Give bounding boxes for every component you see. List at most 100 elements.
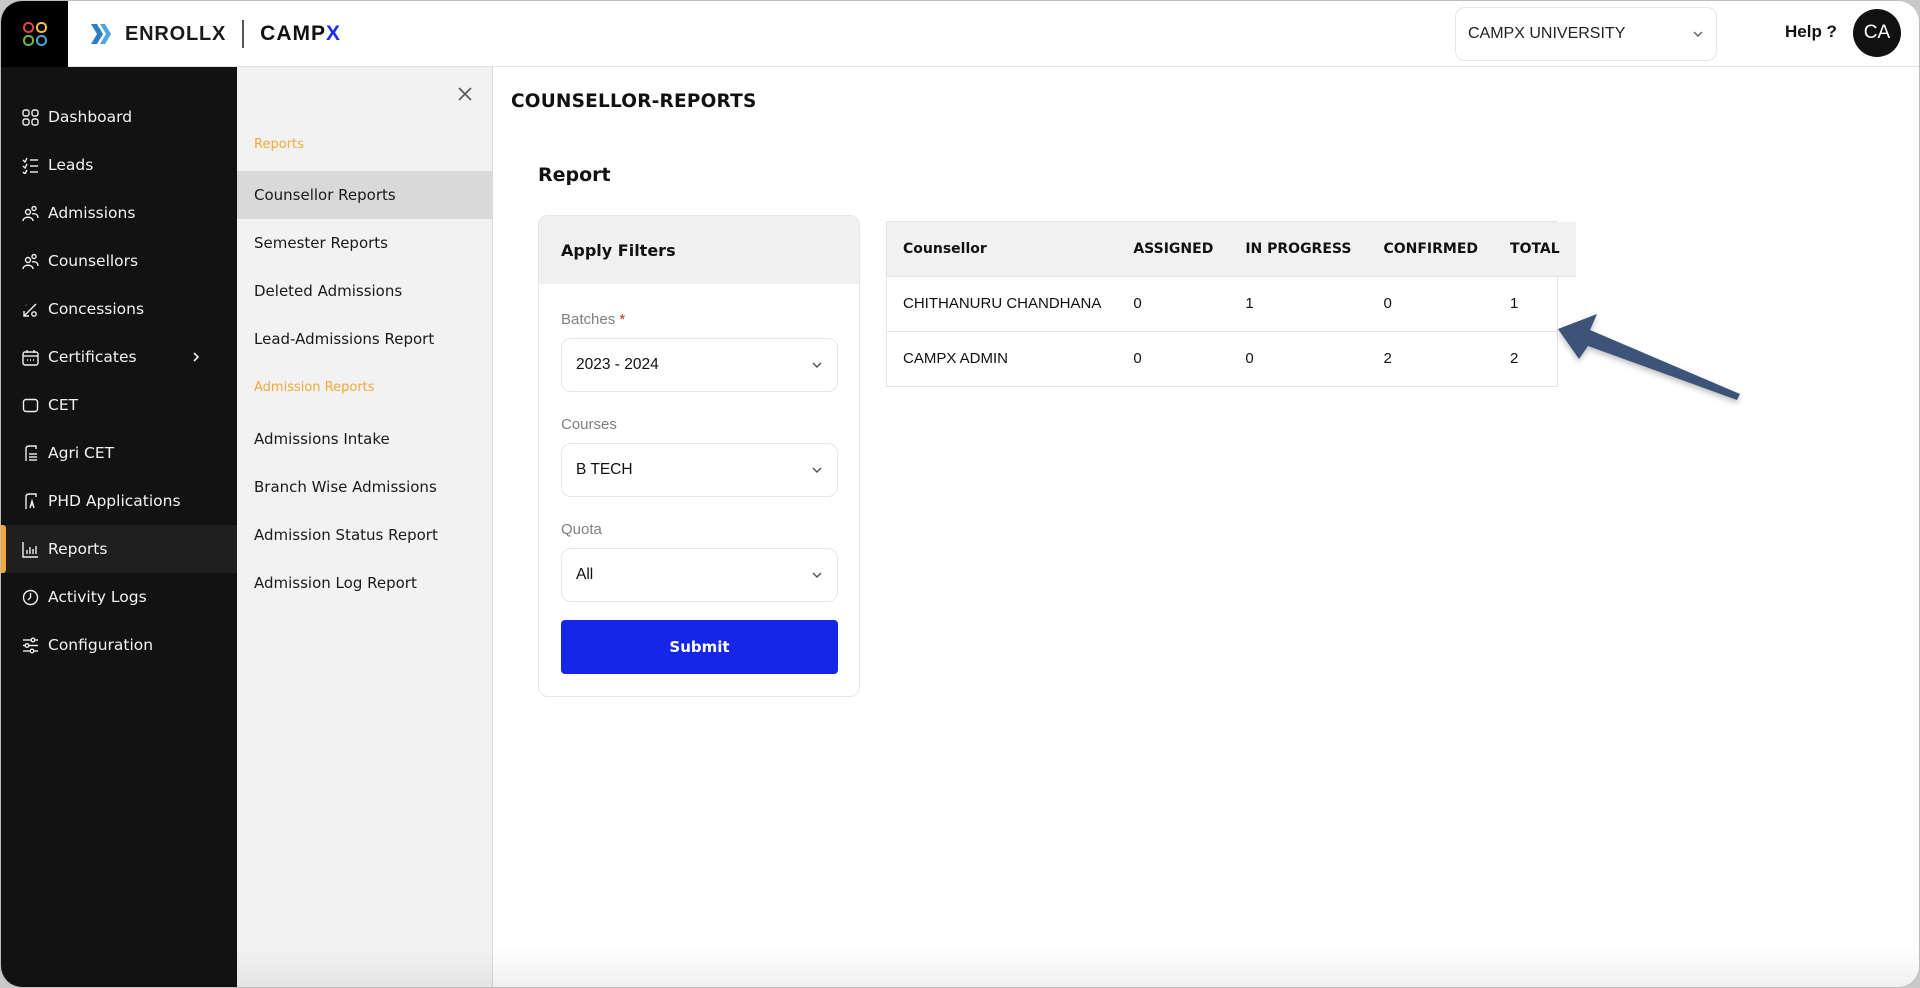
sidebar-item-concessions[interactable]: Concessions — [1, 285, 237, 333]
sidebar-item-label: Concessions — [48, 300, 145, 318]
quota-label: Quota — [561, 521, 602, 538]
counsellor-report-table: Counsellor ASSIGNED IN PROGRESS CONFIRME… — [886, 221, 1576, 387]
dashboard-icon — [22, 108, 39, 126]
users-icon — [22, 205, 39, 221]
sidebar-item-label: Dashboard — [48, 108, 133, 126]
sidebar-item-label: Reports — [48, 540, 108, 558]
bar-chart-icon — [22, 541, 38, 558]
close-icon[interactable] — [455, 84, 475, 104]
university-select-value: CAMPX UNIVERSITY — [1468, 25, 1626, 42]
sidebar-item-leads[interactable]: Leads — [1, 141, 237, 189]
sidebar-item-label: PHD Applications — [48, 492, 181, 510]
filters-card: Apply Filters Batches * 2023 - 2024 Cour… — [538, 215, 860, 697]
cell-total: 1 — [1494, 276, 1576, 332]
column-header-counsellor: Counsellor — [887, 222, 1118, 277]
sidebar-item-configuration[interactable]: Configuration — [1, 621, 237, 669]
apps-grid-icon — [22, 22, 47, 46]
sidebar-item-cet[interactable]: CET — [1, 381, 237, 429]
cell-in-progress: 1 — [1229, 276, 1368, 332]
page-title: COUNSELLOR-REPORTS — [511, 91, 757, 112]
percent-icon — [23, 303, 37, 317]
column-header-in-progress: IN PROGRESS — [1229, 222, 1368, 277]
main-content: COUNSELLOR-REPORTS Report Apply Filters … — [494, 67, 1919, 987]
cell-in-progress: 0 — [1245, 350, 1254, 368]
brand-logo[interactable]: ENROLLX CAMPX — [89, 19, 341, 49]
batches-select-value: 2023 - 2024 — [576, 356, 659, 373]
courses-select-value: B TECH — [576, 461, 633, 478]
filters-title: Apply Filters — [539, 216, 859, 284]
users-icon — [22, 253, 39, 269]
sidebar-item-certificates[interactable]: Certificates — [1, 333, 237, 381]
sidebar-item-counsellors[interactable]: Counsellors — [1, 237, 237, 285]
brand-divider — [242, 20, 245, 48]
subnav-semester-reports[interactable]: Semester Reports — [237, 219, 493, 267]
batches-label: Batches * — [561, 311, 625, 328]
checklist-icon — [22, 157, 38, 174]
sidebar-item-admissions[interactable]: Admissions — [1, 189, 237, 237]
cell-counsellor: CHITHANURU CHANDHANA — [887, 276, 1118, 332]
help-link[interactable]: Help ? — [1785, 22, 1837, 42]
sidebar-item-activity-logs[interactable]: Activity Logs — [1, 573, 237, 621]
reports-subpanel: Reports Counsellor Reports Semester Repo… — [237, 67, 493, 987]
table-header-row: Counsellor ASSIGNED IN PROGRESS CONFIRME… — [887, 222, 1576, 277]
subnav-lead-admissions-report[interactable]: Lead-Admissions Report — [237, 315, 493, 363]
required-asterisk: * — [619, 311, 626, 328]
sidebar-item-label: Agri CET — [48, 444, 115, 462]
subnav-admissions-intake[interactable]: Admissions Intake — [237, 415, 493, 463]
application-icon — [25, 492, 37, 509]
column-header-confirmed: CONFIRMED — [1367, 222, 1495, 277]
batches-select[interactable]: 2023 - 2024 — [561, 338, 838, 392]
subnav-branch-wise-admissions[interactable]: Branch Wise Admissions — [237, 463, 493, 511]
app-window: ENROLLX CAMPX CAMPX UNIVERSITY Help ? CA… — [0, 0, 1920, 988]
sidebar: Dashboard Leads Admissions Counsellors C… — [1, 67, 237, 987]
brand-campx-accent: X — [326, 22, 342, 45]
submit-button[interactable]: Submit — [561, 620, 838, 674]
section-title-admission-reports: Admission Reports — [254, 380, 375, 395]
chevron-down-icon — [1693, 31, 1703, 38]
batches-label-text: Batches — [561, 311, 616, 328]
cell-assigned: 0 — [1133, 350, 1142, 368]
sidebar-item-label: Activity Logs — [48, 588, 147, 606]
subnav-admission-log-report[interactable]: Admission Log Report — [237, 559, 493, 607]
sidebar-item-label: Leads — [48, 156, 94, 174]
subnav-counsellor-reports[interactable]: Counsellor Reports — [237, 171, 493, 219]
square-icon — [22, 398, 39, 412]
sidebar-item-agri-cet[interactable]: Agri CET — [1, 429, 237, 477]
sidebar-item-label: Admissions — [48, 204, 136, 222]
enrollx-chevron-icon — [91, 24, 111, 44]
report-heading: Report — [538, 164, 611, 186]
cell-total: 2 — [1510, 350, 1519, 368]
chevron-down-icon — [812, 362, 822, 369]
table-row: CHITHANURU CHANDHANA 0 1 0 1 — [887, 276, 1576, 332]
sidebar-item-reports[interactable]: Reports — [1, 525, 237, 573]
chevron-right-icon — [193, 352, 200, 362]
clock-icon — [22, 589, 39, 605]
sidebar-item-dashboard[interactable]: Dashboard — [1, 93, 237, 141]
user-avatar[interactable]: CA — [1853, 9, 1901, 57]
calendar-icon — [22, 349, 39, 366]
sliders-icon — [23, 637, 38, 653]
sidebar-item-label: Counsellors — [48, 252, 139, 270]
quota-select-value: All — [576, 566, 594, 583]
university-select[interactable]: CAMPX UNIVERSITY — [1455, 7, 1717, 61]
courses-label: Courses — [561, 416, 617, 433]
chevron-down-icon — [812, 467, 822, 474]
brand-campx: CAMPX — [260, 22, 341, 46]
cell-counsellor: CAMPX ADMIN — [903, 350, 1009, 368]
column-header-assigned: ASSIGNED — [1117, 222, 1230, 277]
table-row: CAMPX ADMIN 0 0 2 2 — [887, 331, 1576, 386]
brand-campx-main: CAMP — [260, 22, 327, 45]
quota-select[interactable]: All — [561, 548, 838, 602]
sidebar-item-phd-applications[interactable]: PHD Applications — [1, 477, 237, 525]
subnav-admission-status-report[interactable]: Admission Status Report — [237, 511, 493, 559]
subnav-deleted-admissions[interactable]: Deleted Admissions — [237, 267, 493, 315]
courses-select[interactable]: B TECH — [561, 443, 838, 497]
cell-confirmed: 2 — [1383, 350, 1392, 368]
column-header-total: TOTAL — [1494, 222, 1576, 277]
sidebar-item-label: CET — [48, 396, 79, 414]
apps-menu-button[interactable] — [1, 1, 68, 67]
sidebar-item-label: Certificates — [48, 348, 137, 366]
sidebar-item-label: Configuration — [48, 636, 154, 654]
document-icon — [25, 444, 37, 461]
chevron-down-icon — [812, 572, 822, 579]
